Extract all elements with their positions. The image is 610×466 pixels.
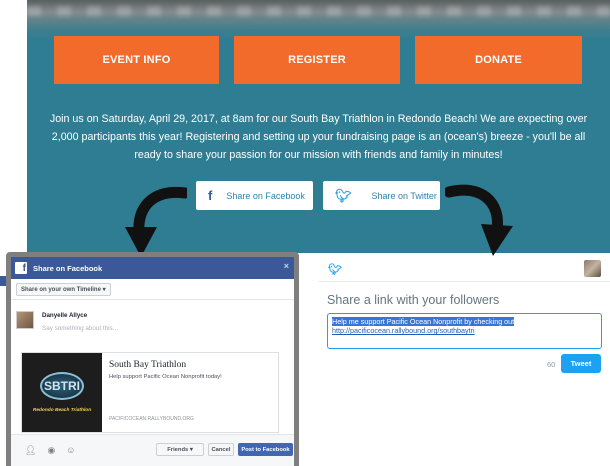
card-url: PACIFICOCEAN.RALLYBOUND.ORG [109, 416, 194, 422]
link-preview-card: SBTRI Redondo Beach Triathlon South Bay … [21, 352, 279, 433]
card-description: Help support Pacific Ocean Nonprofit tod… [109, 374, 222, 380]
event-banner: EVENT INFO REGISTER DONATE Join us on Sa… [27, 0, 610, 253]
twitter-heading: Share a link with your followers [327, 293, 500, 307]
share-on-twitter-button[interactable]: 🐦︎ Share on Twitter [323, 181, 440, 210]
post-to-facebook-button[interactable]: Post to Facebook [238, 443, 293, 456]
close-icon[interactable]: × [284, 261, 289, 271]
register-button[interactable]: REGISTER [234, 36, 400, 84]
tweet-button[interactable]: Tweet [561, 354, 601, 373]
facebook-share-dialog-frame: f Share on Facebook × Share on your own … [6, 252, 299, 466]
facebook-dialog-title: Share on Facebook [33, 263, 103, 273]
share-facebook-label: Share on Facebook [226, 190, 305, 201]
say-something-input[interactable]: Say something about this... [42, 325, 118, 332]
curved-arrow-icon [445, 184, 513, 256]
event-logo-image: SBTRI Redondo Beach Triathlon [22, 353, 102, 432]
facebook-icon: f [208, 188, 213, 203]
twitter-header: 🐦︎ [318, 256, 610, 282]
sbtri-logo: SBTRI [40, 372, 84, 400]
emoji-icon[interactable]: ☺ [66, 445, 75, 456]
twitter-bird-icon: 🐦︎ [328, 264, 342, 276]
logo-caption: Redondo Beach Triathlon [32, 408, 92, 413]
tag-friends-icon[interactable]: 👤︎ [25, 445, 36, 456]
wave-background-image [27, 0, 610, 40]
event-description: Join us on Saturday, April 29, 2017, at … [49, 113, 588, 161]
avatar[interactable] [584, 260, 601, 277]
card-title: South Bay Triathlon [109, 360, 187, 370]
facebook-share-dialog: f Share on Facebook × Share on your own … [11, 257, 294, 466]
share-on-facebook-button[interactable]: f Share on Facebook [196, 181, 313, 210]
facebook-logo-icon: f [15, 262, 27, 274]
tweet-textarea[interactable]: Help me support Pacific Ocean Nonprofit … [327, 313, 602, 349]
tweet-text-selected: Help me support Pacific Ocean Nonprofit … [332, 317, 515, 326]
share-twitter-label: Share on Twitter [371, 190, 437, 201]
audience-friends-button[interactable]: Friends ▾ [156, 443, 204, 456]
donate-button[interactable]: DONATE [415, 36, 582, 84]
twitter-share-panel: 🐦︎ Share a link with your followers Help… [318, 256, 610, 466]
share-destination-dropdown[interactable]: Share on your own Timeline ▾ [16, 282, 111, 296]
avatar [16, 311, 34, 329]
facebook-dialog-header: f Share on Facebook × [11, 257, 294, 279]
location-pin-icon[interactable]: ◉ [47, 445, 55, 456]
tweet-link[interactable]: http://pacificocean.rallybound.org/south… [332, 326, 475, 335]
facebook-timeline-bar: Share on your own Timeline ▾ [11, 279, 294, 300]
twitter-bird-icon: 🐦︎ [335, 187, 352, 203]
footer-icons: 👤︎ ◉ ☺ [25, 445, 76, 456]
facebook-dialog-footer: 👤︎ ◉ ☺ Friends ▾ Cancel Post to Facebook [11, 434, 294, 466]
curved-arrow-icon [125, 186, 187, 257]
character-count: 60 [547, 360, 556, 369]
event-info-button[interactable]: EVENT INFO [54, 36, 219, 84]
cancel-button[interactable]: Cancel [208, 443, 234, 456]
